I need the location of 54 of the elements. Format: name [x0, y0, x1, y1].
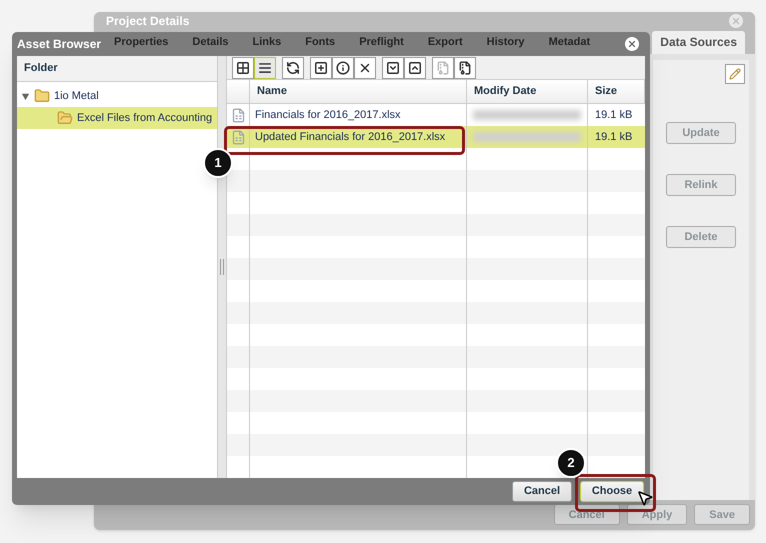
side-button[interactable]: Delete: [666, 226, 736, 248]
toolbar-button[interactable]: [282, 56, 304, 78]
toolbar-button[interactable]: [404, 56, 426, 78]
file-row[interactable]: Updated Financials for 2016_2017.xlsx 19.1 kB: [227, 126, 645, 148]
tab[interactable]: Export: [428, 30, 463, 54]
grid-icon: [236, 60, 250, 74]
toolbar-button[interactable]: [454, 56, 476, 78]
info-icon: [336, 60, 350, 74]
tab[interactable]: Details: [192, 30, 228, 54]
tab[interactable]: Links: [252, 30, 282, 54]
tab[interactable]: Data Sources: [652, 30, 745, 54]
toolbar-button[interactable]: [332, 56, 354, 78]
tree-item[interactable]: Excel Files from Accounting: [17, 107, 217, 129]
dialog-title: Asset Browser: [17, 36, 102, 53]
tab[interactable]: Preflight: [359, 30, 404, 54]
column-header[interactable]: Modify Date: [467, 80, 588, 103]
cursor-icon: [636, 489, 654, 507]
spreadsheet-file-icon: [230, 130, 246, 144]
side-button[interactable]: Update: [666, 122, 736, 144]
toolbar-button[interactable]: [354, 56, 376, 78]
folder-icon: [57, 110, 73, 126]
toolbar-button[interactable]: [382, 56, 404, 78]
toolbar-button[interactable]: [310, 56, 332, 78]
dialog-button[interactable]: Choose: [580, 481, 644, 502]
folder-icon: [34, 88, 50, 104]
window-title: Project Details: [106, 13, 190, 30]
column-header[interactable]: Name: [250, 80, 467, 103]
tab[interactable]: Metadat: [548, 30, 590, 54]
tree-item[interactable]: 1io Metal: [17, 85, 217, 107]
edit-icon[interactable]: [725, 64, 745, 84]
list-icon: [258, 60, 272, 74]
file-name: Updated Financials for 2016_2017.xlsx: [255, 130, 446, 145]
splitter[interactable]: [217, 56, 227, 478]
close-icon[interactable]: [625, 37, 639, 51]
footer-button[interactable]: Save: [694, 504, 750, 526]
side-button[interactable]: Relink: [666, 174, 736, 196]
footer-button[interactable]: Apply: [626, 504, 688, 526]
refresh-icon: [286, 60, 300, 74]
file-size: 19.1 kB: [595, 130, 632, 145]
file-name: Financials for 2016_2017.xlsx: [255, 108, 401, 123]
dialog-button[interactable]: Cancel: [512, 481, 572, 502]
column-header[interactable]: Size: [588, 80, 645, 103]
folder-header: Folder: [17, 56, 217, 82]
toolbar-button[interactable]: [254, 56, 276, 78]
tab[interactable]: History: [486, 30, 525, 54]
tab[interactable]: Fonts: [305, 30, 336, 54]
toolbar-button[interactable]: [232, 56, 254, 78]
file-size: 19.1 kB: [595, 108, 632, 123]
spreadsheet-file-icon: [230, 108, 246, 122]
archive-icon: [458, 60, 472, 74]
plus-icon: [314, 60, 328, 74]
archive-icon: [436, 60, 450, 74]
expand-triangle-icon[interactable]: [21, 92, 30, 100]
tab[interactable]: Properties: [114, 30, 168, 54]
